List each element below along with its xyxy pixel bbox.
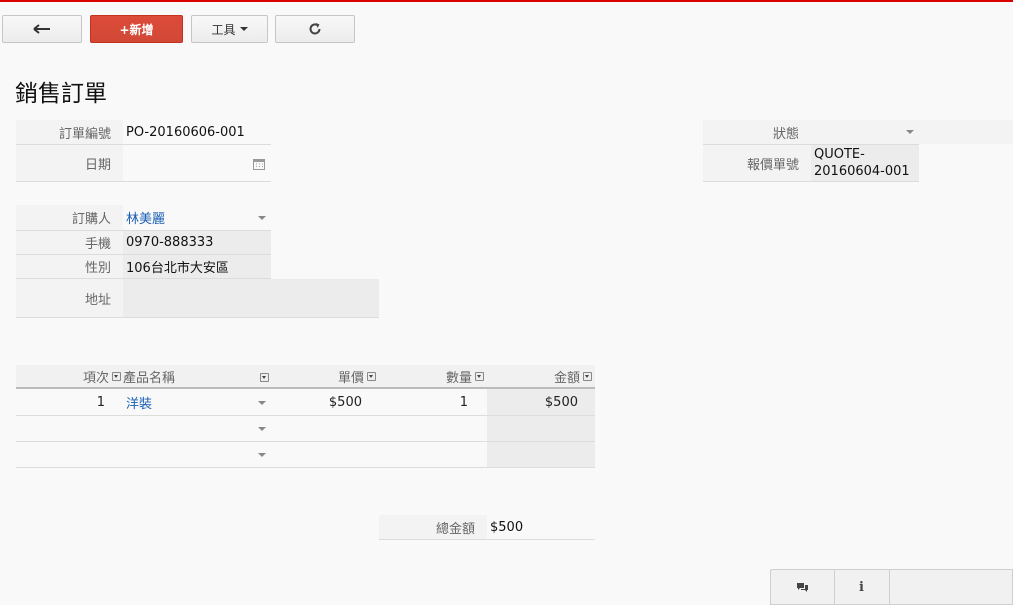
buyer-field[interactable]: 林美麗	[123, 205, 271, 230]
comment-button[interactable]	[771, 570, 835, 604]
quote-no-label: 報價單號	[703, 145, 811, 181]
address-label: 地址	[16, 279, 123, 317]
chevron-down-icon[interactable]	[258, 216, 266, 220]
chevron-down-icon	[239, 27, 248, 31]
row-3-product[interactable]	[126, 442, 246, 467]
tools-label: 工具	[211, 22, 236, 37]
sort-dropdown-icon[interactable]	[367, 371, 376, 381]
order-no-label: 訂單編號	[16, 120, 123, 144]
phone-field: 0970-888333	[123, 231, 271, 254]
refresh-button[interactable]	[275, 15, 355, 43]
chevron-down-icon[interactable]	[258, 427, 266, 431]
row-1-product[interactable]: 洋裝	[126, 389, 246, 415]
col-header-amount-label: 金額	[553, 370, 580, 386]
order-no-field[interactable]: PO-20160606-001	[123, 120, 271, 144]
quote-no-field: QUOTE- 20160604-001	[811, 145, 919, 181]
address-field	[123, 279, 379, 317]
back-button[interactable]	[2, 15, 82, 43]
row-1-amount: $500	[544, 394, 578, 410]
row-1-qty[interactable]: 1	[379, 389, 468, 415]
calendar-icon[interactable]	[253, 158, 265, 170]
col-header-price-label: 單價	[337, 370, 364, 386]
bottom-bar: i	[770, 569, 1013, 605]
row-1-price[interactable]: $500	[271, 389, 362, 415]
status-label: 狀態	[703, 120, 811, 144]
chevron-down-icon[interactable]	[258, 453, 266, 457]
total-label: 總金額	[379, 515, 487, 539]
date-label: 日期	[16, 145, 123, 181]
quote-no-line1: QUOTE-	[814, 147, 865, 162]
col-header-qty-label: 數量	[445, 370, 472, 386]
refresh-icon	[309, 23, 321, 35]
page-title: 銷售訂單	[15, 81, 107, 107]
gender-label: 性別	[16, 255, 123, 278]
date-field[interactable]	[123, 145, 271, 181]
info-button[interactable]: i	[834, 570, 890, 604]
sort-dropdown-icon[interactable]	[583, 371, 592, 381]
total-value: $500	[490, 519, 524, 535]
sort-dropdown-icon[interactable]	[260, 373, 269, 382]
row-1-index: 1	[96, 394, 105, 410]
buyer-label: 訂購人	[16, 205, 123, 230]
sort-dropdown-icon[interactable]	[475, 371, 484, 381]
chevron-down-icon[interactable]	[906, 130, 914, 134]
col-header-price[interactable]: 單價	[271, 365, 376, 387]
info-icon: i	[859, 579, 864, 595]
col-header-qty[interactable]: 數量	[379, 365, 484, 387]
quote-no-line2: 20160604-001	[814, 164, 910, 179]
col-header-product[interactable]: 產品名稱	[123, 365, 271, 387]
new-button[interactable]: +新增	[90, 15, 183, 43]
col-header-product-label: 產品名稱	[123, 370, 176, 386]
sort-dropdown-icon[interactable]	[112, 371, 121, 381]
status-select[interactable]	[811, 120, 919, 144]
comment-icon	[797, 582, 808, 592]
row-2-product[interactable]	[126, 416, 246, 441]
col-header-index-label: 項次	[82, 370, 109, 386]
col-header-index[interactable]: 項次	[16, 365, 121, 387]
phone-label: 手機	[16, 231, 123, 254]
chevron-down-icon[interactable]	[258, 401, 266, 405]
col-header-amount[interactable]: 金額	[487, 365, 592, 387]
arrow-left-icon	[33, 24, 50, 34]
tools-dropdown-button[interactable]: 工具	[191, 15, 268, 43]
gender-field: 106台北市大安區	[123, 255, 271, 278]
